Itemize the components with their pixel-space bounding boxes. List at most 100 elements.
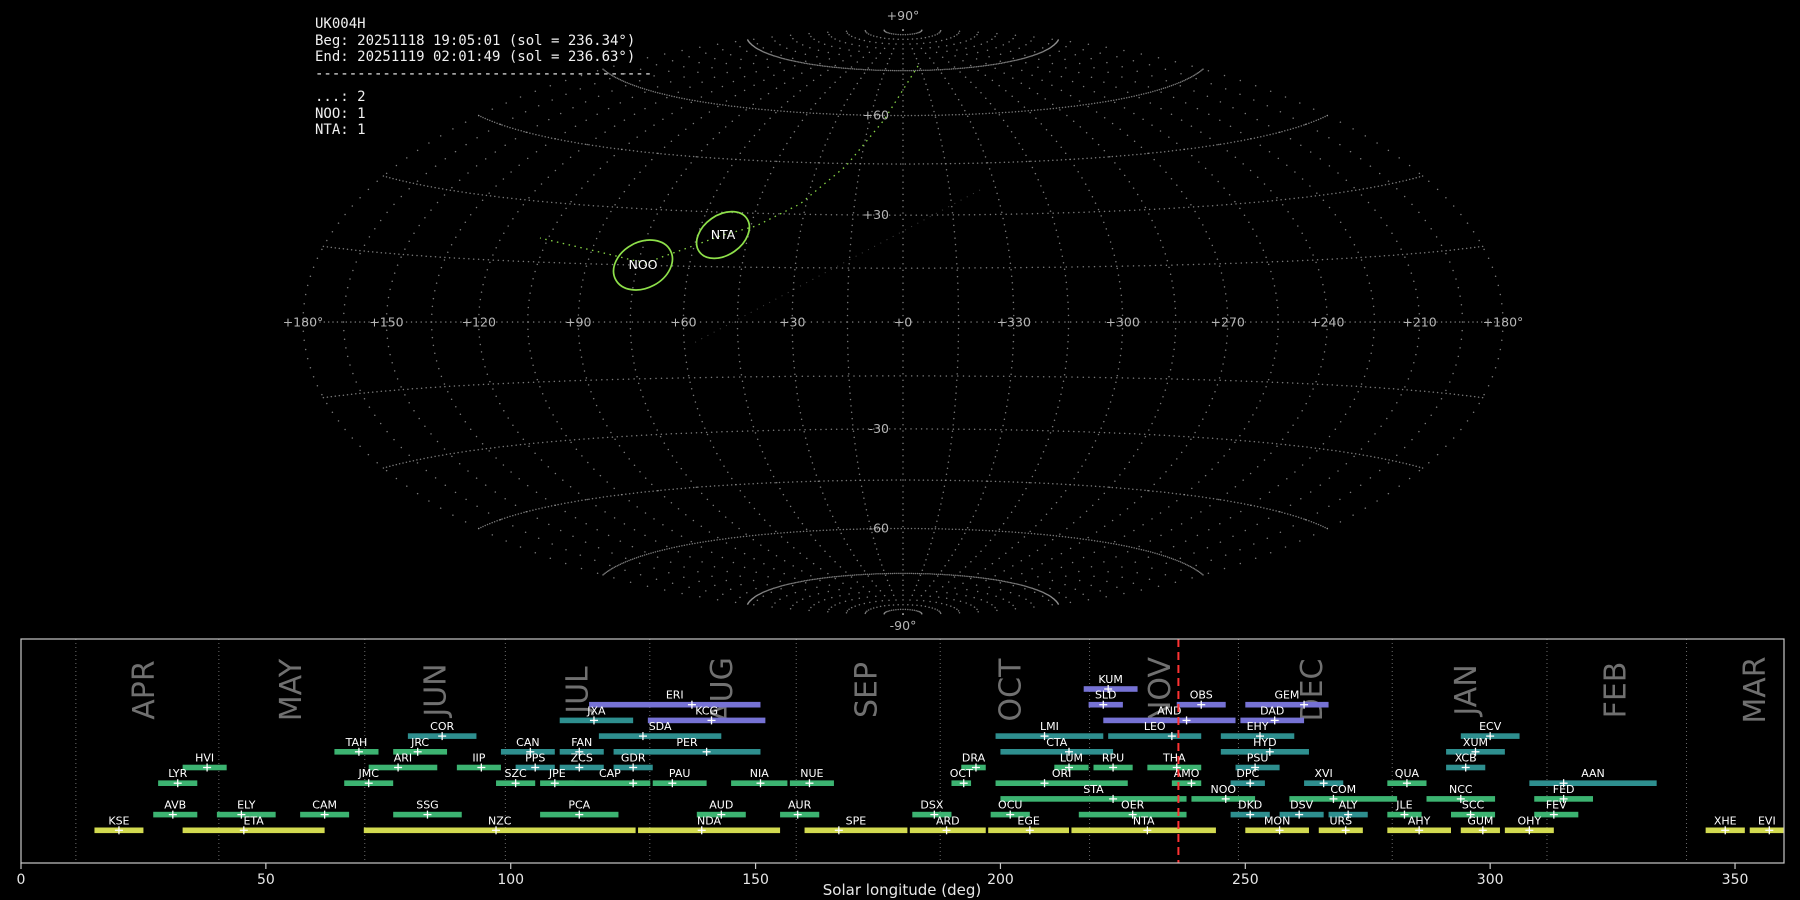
latitude-label: +60 [863, 108, 889, 123]
shower-bar [638, 828, 780, 834]
shower-label: JRC [410, 736, 429, 749]
shower-label: EVI [1758, 814, 1776, 827]
shower-label: OCU [998, 799, 1022, 812]
shower-bar [1000, 749, 1113, 755]
shower-label: EHY [1247, 720, 1269, 733]
longitude-label: +330 [997, 315, 1031, 330]
shower-label: PSU [1247, 752, 1269, 765]
shower-label: SDA [649, 720, 672, 733]
meteor-station-plot: UK004HBeg: 20251118 19:05:01 (sol = 236.… [0, 0, 1800, 900]
shower-label: NTA [1133, 814, 1155, 827]
shower-label: SCC [1462, 799, 1485, 812]
month-label: JUN [418, 663, 453, 718]
shower-label: JPE [548, 767, 566, 780]
shower-label: URS [1329, 814, 1352, 827]
shower-label: RPU [1102, 752, 1124, 765]
longitude-label: +60 [670, 315, 696, 330]
latitude-label: +90° [887, 8, 920, 23]
shower-label: DRA [962, 752, 986, 765]
shower-label: LUM [1060, 752, 1083, 765]
shower-label: DAD [1260, 704, 1284, 717]
activity-chart: APRMAYJUNJULAUGSEPOCTNOVDECJANFEBMAR KUM… [0, 636, 1800, 900]
shower-label: LMI [1040, 720, 1059, 733]
shower-label: STA [1083, 783, 1104, 796]
shower-bar [1000, 796, 1186, 802]
shower-label: XCB [1455, 752, 1477, 765]
latitude-label: -30 [869, 421, 889, 436]
shower-label: AAN [1581, 767, 1605, 780]
axis-tick-label: 0 [17, 872, 26, 888]
shower-label: FED [1553, 783, 1575, 796]
shower-label: PPS [525, 752, 545, 765]
month-label: APR [127, 660, 162, 719]
shower-label: XUM [1463, 736, 1488, 749]
shower-label: KSE [108, 814, 129, 827]
month-label: JAN [1449, 664, 1484, 717]
shower-label: GUM [1467, 814, 1493, 827]
shower-label: SPE [846, 814, 867, 827]
shower-label: SSG [416, 799, 439, 812]
shower-label: GDR [621, 752, 646, 765]
shower-label: ECV [1479, 720, 1502, 733]
axis-tick-label: 100 [497, 872, 524, 888]
longitude-label: +90 [565, 315, 591, 330]
latitude-label: +30 [863, 207, 889, 222]
shower-label: FAN [571, 736, 592, 749]
info-line: NOO: 1 [315, 106, 652, 123]
shower-label: THA [1162, 752, 1186, 765]
observation-info: UK004HBeg: 20251118 19:05:01 (sol = 236.… [315, 16, 652, 139]
axis-tick-label: 300 [1477, 872, 1504, 888]
longitude-label: +180° [283, 315, 324, 330]
axis-tick-label: 250 [1232, 872, 1259, 888]
info-line: Beg: 20251118 19:05:01 (sol = 236.34°) [315, 33, 652, 50]
month-label: OCT [994, 658, 1029, 722]
info-line: ...: 2 [315, 89, 652, 106]
shower-label: ELY [237, 799, 256, 812]
shower-label: DPC [1236, 767, 1259, 780]
shower-bar [996, 780, 1128, 786]
shower-label: SLD [1095, 689, 1117, 702]
shower-label: CTA [1046, 736, 1068, 749]
shower-label: AVB [164, 799, 186, 812]
month-label: MAR [1738, 656, 1773, 723]
shower-label: DKD [1238, 799, 1262, 812]
shower-label: JMC [357, 767, 379, 780]
shower-label: JLE [1395, 799, 1412, 812]
info-line: NTA: 1 [315, 122, 652, 139]
month-label: DEC [1295, 658, 1330, 721]
longitude-label: +270 [1211, 315, 1245, 330]
shower-label: SZC [505, 767, 528, 780]
shower-label: XVI [1315, 767, 1333, 780]
shower-label: PAU [669, 767, 691, 780]
shower-label: NOO [1210, 783, 1236, 796]
longitude-label: +210 [1402, 315, 1436, 330]
shower-label: CAM [312, 799, 337, 812]
shower-label: EGE [1017, 814, 1039, 827]
shower-label: KCG [695, 704, 718, 717]
shower-label: NZC [488, 814, 512, 827]
shower-label: CAP [599, 767, 621, 780]
shower-bar [1319, 828, 1363, 834]
axis-tick-label: 50 [257, 872, 275, 888]
shower-bar [569, 780, 650, 786]
shower-label: PCA [568, 799, 590, 812]
shower-label: COR [430, 720, 454, 733]
shower-bar [183, 828, 325, 834]
month-label: FEB [1599, 662, 1634, 719]
axis-tick-label: 200 [987, 872, 1014, 888]
shower-label: JXA [586, 704, 606, 717]
shower-label: ETA [243, 814, 264, 827]
shower-label: OCT [950, 767, 973, 780]
longitude-label: +300 [1105, 315, 1139, 330]
shower-bar [1529, 780, 1656, 786]
latitude-label: -90° [890, 618, 917, 633]
shower-label: NIA [750, 767, 769, 780]
shower-bars: KUMERISLDOBSGEMJXAKCGANDDADCORSDALMILEOE… [94, 673, 1784, 834]
shower-label: OER [1121, 799, 1145, 812]
shower-label: TAH [345, 736, 368, 749]
shower-label: AHY [1408, 814, 1431, 827]
shower-bar [1245, 702, 1328, 708]
month-label: MAY [274, 658, 309, 721]
info-line: ---------------------------------------- [315, 66, 652, 83]
shower-label: NUE [800, 767, 823, 780]
